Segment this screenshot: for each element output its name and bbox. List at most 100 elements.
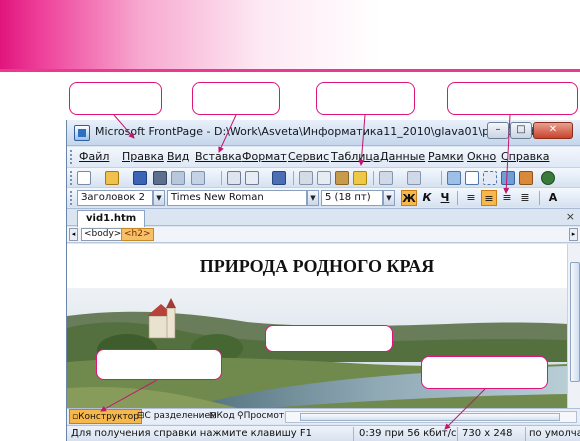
insert-component-icon[interactable] [447, 171, 461, 185]
menu-bar: Файл Правка Вид Вставка Формат Сервис Та… [67, 147, 580, 167]
callout-menu-bar [192, 82, 280, 115]
view-switcher-bar: ▫Конструктор ⊟С разделением ⊟Код ⚲Просмо… [67, 408, 580, 424]
callout-work-area [265, 325, 393, 352]
menu-table[interactable]: Таблица [331, 150, 380, 163]
justify-icon[interactable]: ≣ [517, 190, 533, 206]
tag-scroll-right-icon[interactable]: ▸ [569, 228, 578, 241]
status-page-size: 730 x 248 [462, 428, 513, 439]
vertical-scrollbar[interactable] [567, 244, 580, 408]
standard-toolbar [67, 167, 580, 187]
toolbar-separator [539, 191, 540, 205]
tab-vid1[interactable]: vid1.htm [77, 210, 146, 227]
layer-icon[interactable] [483, 171, 497, 185]
table-icon[interactable] [465, 171, 479, 185]
status-separator [525, 427, 526, 441]
quick-tag-selector: ◂ <body> <h2> ▸ [67, 227, 580, 243]
page-heading[interactable]: ПРИРОДА РОДНОГО КРАЯ [67, 256, 567, 277]
italic-button[interactable]: К [419, 190, 435, 206]
web-icon[interactable] [171, 171, 185, 185]
status-mode: по умолчани [529, 428, 580, 439]
preview-view-icon: ⚲ [237, 411, 244, 421]
insert-image-icon[interactable] [501, 171, 515, 185]
status-separator [353, 427, 354, 441]
view-design-tab[interactable]: ▫Конструктор [69, 409, 143, 424]
formatting-toolbar: Заголовок 2 ▼ Times New Roman ▼ 5 (18 пт… [67, 187, 580, 207]
view-split-label: С разделением [144, 411, 217, 421]
split-view-icon: ⊟ [137, 411, 145, 421]
toolbar-grip[interactable] [70, 171, 73, 185]
toolbar-grip[interactable] [70, 191, 73, 205]
view-preview-label: Просмотр [243, 411, 290, 421]
horizontal-scroll-thumb[interactable] [300, 413, 560, 421]
redo-icon[interactable] [407, 171, 421, 185]
callout-title-bar [69, 82, 162, 115]
tag-body[interactable]: <body> [81, 228, 125, 241]
minimize-button[interactable]: – [487, 122, 509, 139]
menu-file[interactable]: Файл [79, 150, 109, 163]
maximize-button[interactable]: □ [510, 122, 532, 139]
bold-button[interactable]: Ж [401, 190, 417, 206]
tag-scroll-left-icon[interactable]: ◂ [69, 228, 78, 241]
style-dropdown-arrow[interactable]: ▼ [153, 190, 165, 206]
close-tab-icon[interactable]: × [566, 210, 575, 223]
open-icon[interactable] [105, 171, 119, 185]
hyperlink-icon[interactable] [541, 171, 555, 185]
find-icon[interactable] [153, 171, 167, 185]
print-icon[interactable] [227, 171, 241, 185]
cut-icon[interactable] [299, 171, 313, 185]
copy-icon[interactable] [317, 171, 331, 185]
toolbar-separator [221, 171, 222, 185]
menu-insert[interactable]: Вставка [195, 150, 242, 163]
view-preview-tab[interactable]: ⚲Просмотр [235, 409, 292, 424]
menu-tools[interactable]: Сервис [288, 150, 329, 163]
style-dropdown[interactable]: Заголовок 2 [77, 190, 153, 206]
menu-frames[interactable]: Рамки [428, 150, 463, 163]
menu-data[interactable]: Данные [380, 150, 425, 163]
menu-grip[interactable] [70, 150, 73, 164]
undo-icon[interactable] [379, 171, 393, 185]
font-dropdown-arrow[interactable]: ▼ [307, 190, 319, 206]
pink-divider-line [0, 69, 580, 72]
align-left-icon[interactable]: ≡ [463, 190, 479, 206]
vertical-scroll-thumb[interactable] [570, 262, 580, 382]
title-bar[interactable]: Microsoft FrontPage - D:\Work\Asveta\Инф… [67, 120, 580, 146]
drawing-icon[interactable] [519, 171, 533, 185]
view-design-label: Конструктор [78, 412, 140, 422]
callout-formatting [447, 82, 578, 115]
toolbar-separator [457, 191, 458, 205]
preview-icon[interactable] [191, 171, 205, 185]
menu-format[interactable]: Формат [242, 150, 287, 163]
frontpage-app-icon[interactable] [74, 125, 90, 141]
status-separator [457, 427, 458, 441]
paste-icon[interactable] [335, 171, 349, 185]
font-dropdown[interactable]: Times New Roman [167, 190, 307, 206]
size-dropdown[interactable]: 5 (18 пт) [321, 190, 383, 206]
size-dropdown-arrow[interactable]: ▼ [383, 190, 395, 206]
save-icon[interactable] [133, 171, 147, 185]
new-page-icon[interactable] [77, 171, 91, 185]
spelling-icon[interactable] [272, 171, 286, 185]
menu-window[interactable]: Окно [467, 150, 496, 163]
print-preview-icon[interactable] [245, 171, 259, 185]
tag-h2[interactable]: <h2> [121, 228, 154, 241]
menu-edit[interactable]: Правка [122, 150, 164, 163]
align-right-icon[interactable]: ≡ [499, 190, 515, 206]
callout-tag-selector [96, 349, 222, 380]
underline-button[interactable]: Ч [437, 190, 453, 206]
frontpage-window: Microsoft FrontPage - D:\Work\Asveta\Инф… [66, 120, 580, 441]
status-bar: Для получения справки нажмите клавишу F1… [67, 425, 580, 441]
menu-help[interactable]: Справка [501, 150, 549, 163]
toolbar-separator [441, 171, 442, 185]
view-code-label: Код [216, 411, 235, 421]
horizontal-scrollbar[interactable] [285, 411, 577, 423]
menu-view[interactable]: Вид [167, 150, 189, 163]
close-button[interactable]: ✕ [533, 122, 573, 139]
status-download-time: 0:39 при 56 кбит/с [359, 428, 457, 439]
document-tab-bar: vid1.htm × [67, 208, 580, 227]
view-code-tab[interactable]: ⊟Код [207, 409, 237, 424]
format-painter-icon[interactable] [353, 171, 367, 185]
grow-font-button[interactable]: A [545, 190, 561, 206]
callout-toolbars [316, 82, 415, 115]
align-center-icon[interactable]: ≡ [481, 190, 497, 206]
slide: Microsoft FrontPage - D:\Work\Asveta\Инф… [0, 0, 580, 441]
